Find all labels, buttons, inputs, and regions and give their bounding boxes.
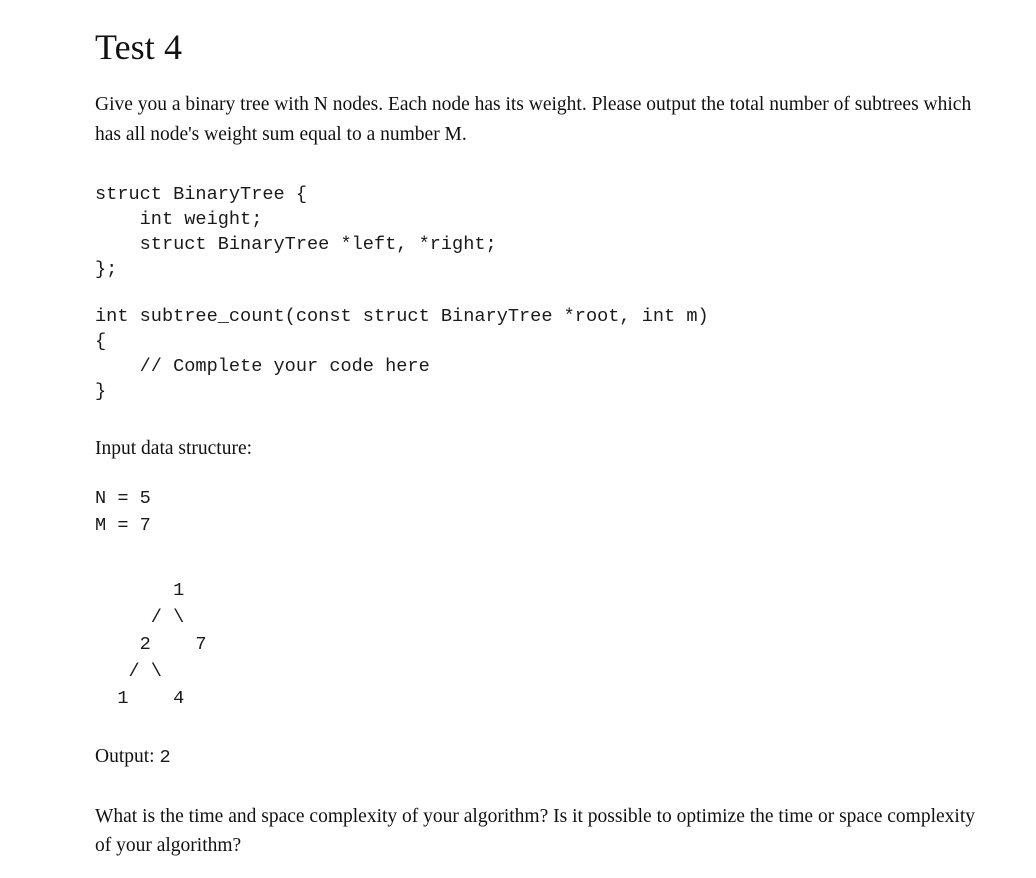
input-n-value: N = 5 xyxy=(95,487,151,509)
output-line: Output: 2 xyxy=(95,742,996,772)
document-page: Test 4 Give you a binary tree with N nod… xyxy=(0,0,1036,861)
output-label: Output: xyxy=(95,745,155,767)
struct-definition-code-block: struct BinaryTree { int weight; struct B… xyxy=(95,183,497,280)
input-data-structure-label: Input data structure: xyxy=(95,437,253,459)
function-signature-code-block: int subtree_count(const struct BinaryTre… xyxy=(95,305,709,402)
output-value: 2 xyxy=(159,746,171,768)
followup-question-paragraph: What is the time and space complexity of… xyxy=(95,805,975,857)
problem-statement-paragraph: Give you a binary tree with N nodes. Eac… xyxy=(95,94,972,146)
binary-tree-ascii-diagram: 1 / \ 2 7 / \ 1 4 xyxy=(117,579,207,709)
page-title: Test 4 xyxy=(95,27,183,67)
input-m-value: M = 7 xyxy=(95,514,151,536)
